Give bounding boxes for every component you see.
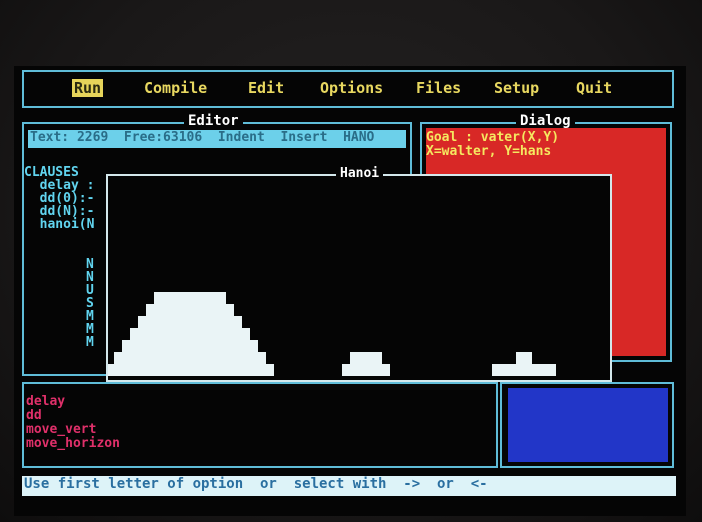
list-item-delay[interactable]: delay: [26, 394, 65, 409]
editor-status-line: Text: 2269 Free:63106 Indent Insert HANO: [28, 130, 406, 148]
menu-run[interactable]: Run: [72, 79, 104, 97]
menu-compile[interactable]: Compile: [144, 79, 207, 97]
hanoi-canvas: [108, 292, 556, 376]
hint-bar: Use first letter of option or select wit…: [22, 476, 676, 496]
dialog-title: Dialog: [516, 113, 575, 129]
message-panel-fill: [508, 388, 668, 462]
hanoi-disk: [342, 364, 390, 376]
menu-bar: Run Compile Edit Options Files Setup Qui…: [22, 70, 674, 108]
message-panel: [500, 382, 674, 468]
code-char: M: [86, 335, 94, 350]
hanoi-disk: [516, 352, 532, 364]
list-item-move-vert[interactable]: move_vert: [26, 422, 96, 437]
menu-quit[interactable]: Quit: [576, 79, 612, 97]
menu-setup[interactable]: Setup: [494, 79, 539, 97]
list-item-dd[interactable]: dd: [26, 408, 42, 423]
hanoi-disk: [146, 304, 234, 316]
code-line: hanoi(N: [24, 217, 95, 232]
editor-title: Editor: [184, 113, 243, 129]
menu-options[interactable]: Options: [320, 79, 383, 97]
hanoi-disk: [108, 364, 274, 376]
hanoi-window: Hanoi: [106, 166, 612, 382]
predicate-list[interactable]: delay dd move_vert move_horizon: [22, 382, 498, 468]
menu-edit[interactable]: Edit: [248, 79, 284, 97]
hanoi-disk: [122, 340, 258, 352]
crt-screen: Run Compile Edit Options Files Setup Qui…: [14, 66, 686, 516]
dialog-goal-line: Goal : vater(X,Y): [426, 130, 560, 145]
list-item-move-horizon[interactable]: move_horizon: [26, 436, 120, 451]
editor-code[interactable]: CLAUSES delay : dd(0):- dd(N):- hanoi(N: [24, 166, 94, 231]
hanoi-disk: [492, 364, 556, 376]
hanoi-disk: [138, 316, 242, 328]
hanoi-disk: [154, 292, 226, 304]
hanoi-disk: [350, 352, 382, 364]
hanoi-disk: [114, 352, 266, 364]
dialog-result-line: X=walter, Y=hans: [426, 144, 552, 159]
menu-files[interactable]: Files: [416, 79, 461, 97]
hanoi-args-column: N N U S M M M: [86, 258, 94, 349]
hanoi-disk: [130, 328, 250, 340]
